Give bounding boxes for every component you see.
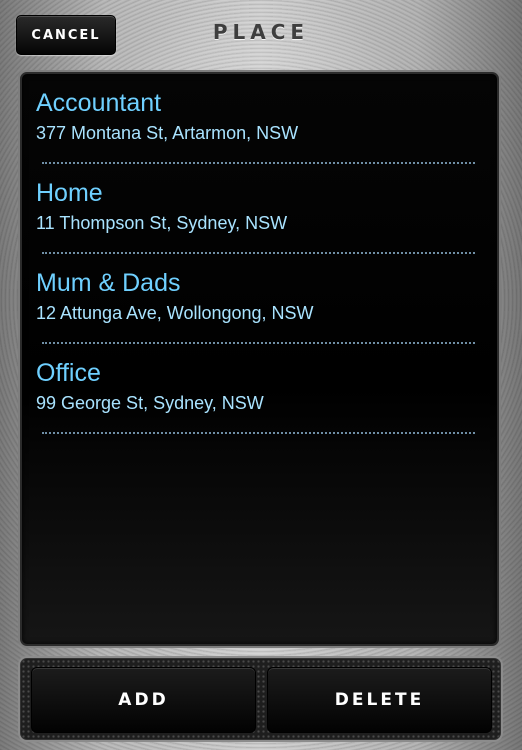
list-item[interactable]: Home 11 Thompson St, Sydney, NSW (22, 164, 497, 254)
add-button[interactable]: ADD (31, 667, 256, 733)
top-bar: CANCEL PLACE (0, 0, 522, 70)
places-list: Accountant 377 Montana St, Artarmon, NSW… (22, 74, 497, 434)
page-title: PLACE (212, 20, 310, 44)
place-address: 11 Thompson St, Sydney, NSW (36, 213, 288, 233)
list-item[interactable]: Accountant 377 Montana St, Artarmon, NSW (22, 74, 497, 164)
bottom-toolbar: ADD DELETE (20, 658, 501, 740)
dotted-separator (42, 432, 475, 434)
place-name: Office (36, 359, 101, 387)
delete-button[interactable]: DELETE (267, 667, 492, 733)
list-item[interactable]: Mum & Dads 12 Attunga Ave, Wollongong, N… (22, 254, 497, 344)
place-name: Home (36, 179, 103, 207)
place-address: 99 George St, Sydney, NSW (36, 393, 264, 413)
places-list-panel: Accountant 377 Montana St, Artarmon, NSW… (20, 72, 499, 646)
place-name: Accountant (36, 89, 162, 117)
list-item[interactable]: Office 99 George St, Sydney, NSW (22, 344, 497, 434)
place-name: Mum & Dads (36, 269, 181, 297)
place-address: 377 Montana St, Artarmon, NSW (36, 123, 299, 143)
place-address: 12 Attunga Ave, Wollongong, NSW (36, 303, 314, 323)
